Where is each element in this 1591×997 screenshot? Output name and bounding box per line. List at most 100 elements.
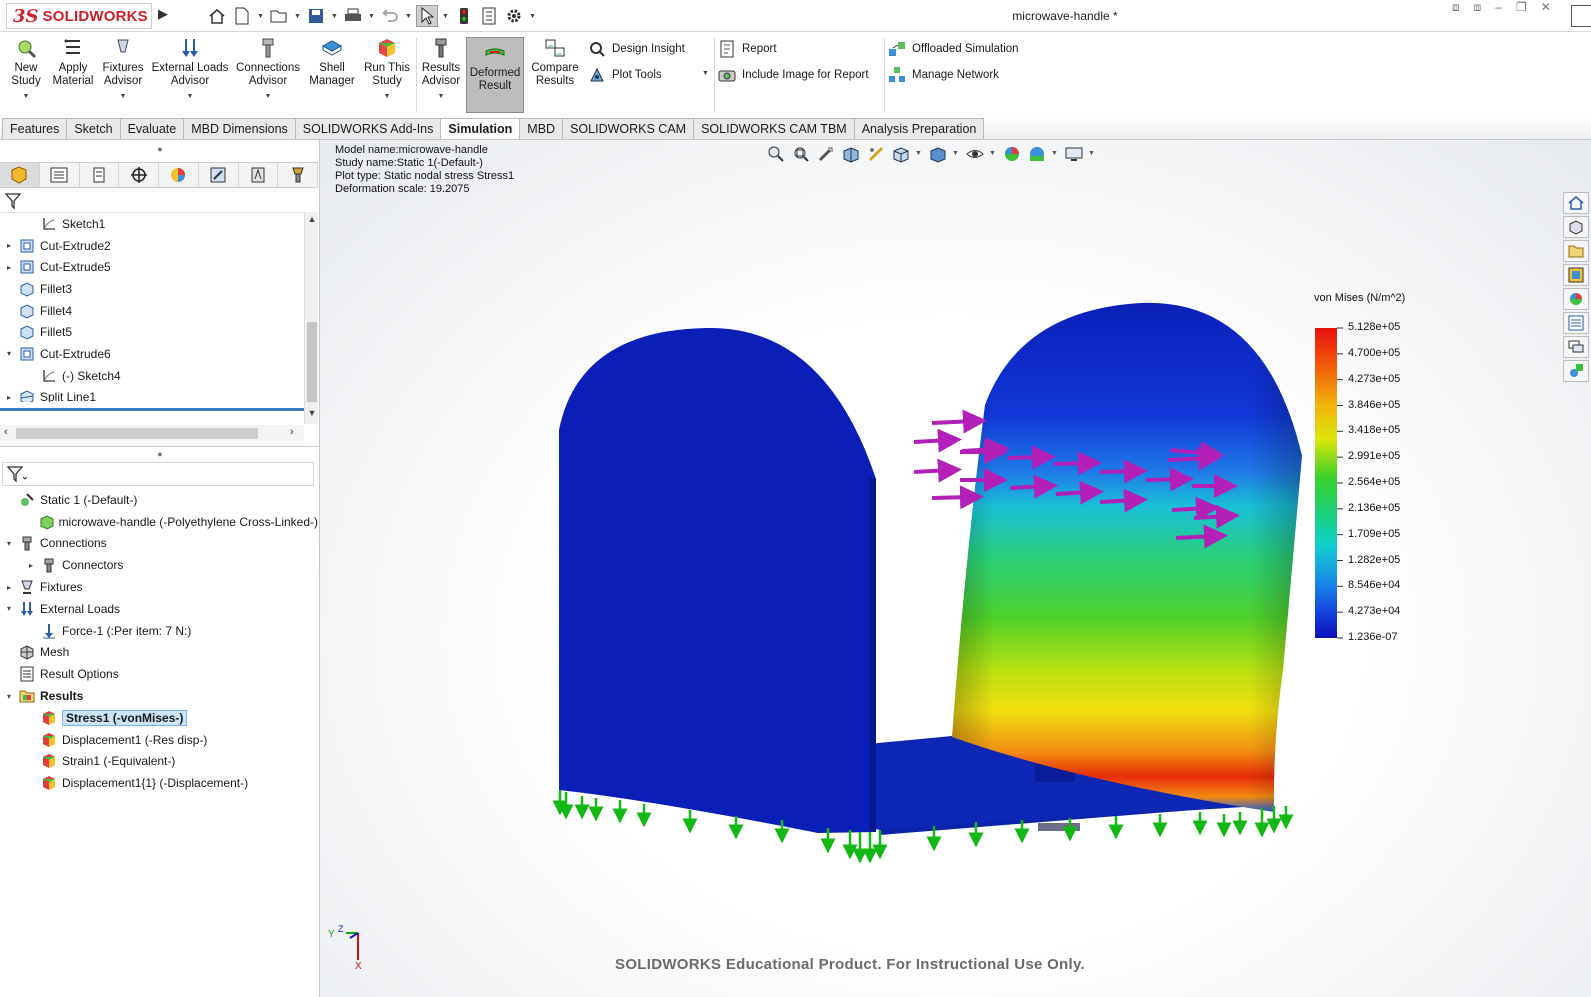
feature-tree-vertical-scrollbar[interactable]: ▲ ▼ bbox=[304, 212, 318, 424]
run-study-dropdown-icon[interactable]: ▼ bbox=[384, 90, 391, 103]
scroll-up-icon[interactable]: ▲ bbox=[305, 214, 319, 224]
report-button[interactable]: Report bbox=[718, 40, 777, 58]
restore-left-icon[interactable]: ⧈ bbox=[1452, 0, 1460, 15]
manage-network-icon bbox=[888, 66, 906, 84]
scroll-down-icon[interactable]: ▼ bbox=[305, 408, 319, 418]
tab-mbd-dimensions[interactable]: MBD Dimensions bbox=[183, 118, 296, 139]
feature-tree-horizontal-scrollbar[interactable]: ‹ › bbox=[0, 425, 304, 441]
sim_tree-row[interactable]: ▾ External Loads bbox=[0, 598, 318, 620]
sim_tree-row[interactable]: ▾ Results bbox=[0, 685, 318, 707]
feature_tree-label: (-) Sketch4 bbox=[62, 368, 121, 383]
connections-dropdown-icon[interactable]: ▼ bbox=[265, 90, 272, 103]
study-tree-filter[interactable] bbox=[2, 462, 314, 486]
split-line-icon bbox=[18, 388, 36, 402]
feature_tree-row[interactable]: ▸ Cut-Extrude2 bbox=[0, 235, 304, 257]
sim_tree-row[interactable]: Displacement1 (-Res disp-) bbox=[0, 729, 318, 751]
compare-results-button[interactable]: Compare Results bbox=[528, 36, 582, 114]
scroll-right-icon[interactable]: › bbox=[290, 426, 294, 438]
sim_tree-row[interactable]: Displacement1{1} (-Displacement-) bbox=[0, 772, 318, 794]
hscroll-thumb[interactable] bbox=[16, 428, 258, 439]
dimxpert-tab-icon[interactable] bbox=[119, 163, 159, 187]
results-advisor-button[interactable]: Results Advisor ▼ bbox=[418, 36, 464, 114]
panel-splitter-top[interactable]: ● bbox=[0, 144, 320, 154]
plot-tools-button[interactable]: Plot Tools bbox=[588, 66, 662, 84]
restore-right-icon[interactable]: ⧈ bbox=[1474, 0, 1482, 15]
close-icon[interactable]: ✕ bbox=[1541, 0, 1551, 15]
sim_tree-row[interactable]: Force-1 (:Per item: 7 N:) bbox=[0, 620, 318, 642]
new-study-dropdown-icon[interactable]: ▼ bbox=[23, 90, 30, 103]
feature_tree-row[interactable]: ▸ Cut-Extrude5 bbox=[0, 256, 304, 278]
sim_tree-row[interactable]: ▸ Fixtures bbox=[0, 576, 318, 598]
tab-evaluate[interactable]: Evaluate bbox=[119, 118, 185, 139]
sim_tree-row[interactable]: ▸ Connectors bbox=[0, 554, 318, 576]
offloaded-simulation-button[interactable]: Offloaded Simulation bbox=[888, 40, 1019, 58]
rollback-bar[interactable] bbox=[0, 408, 304, 411]
legend-value-label: 1.709e+05 bbox=[1348, 527, 1401, 540]
feature_tree-row[interactable]: Fillet4 bbox=[0, 300, 304, 322]
sim_tree-row[interactable]: Static 1 (-Default-) bbox=[0, 489, 318, 511]
maximize-icon[interactable]: ❐ bbox=[1516, 0, 1527, 15]
connections-advisor-button[interactable]: Connections Advisor ▼ bbox=[234, 36, 302, 114]
tab-analysis-preparation[interactable]: Analysis Preparation bbox=[853, 118, 985, 139]
expand-toggle-icon[interactable]: ▾ bbox=[4, 349, 14, 358]
property-manager-tab-icon[interactable] bbox=[40, 163, 80, 187]
external-loads-dropdown-icon[interactable]: ▼ bbox=[187, 90, 194, 103]
tab-simulation[interactable]: Simulation bbox=[440, 118, 521, 139]
manage-network-button[interactable]: Manage Network bbox=[888, 66, 999, 84]
minimize-icon[interactable]: – bbox=[1495, 0, 1502, 15]
tab-sketch[interactable]: Sketch bbox=[66, 118, 121, 139]
sim_tree-row[interactable]: microwave-handle (-Polyethylene Cross-Li… bbox=[0, 511, 318, 533]
run-this-study-button[interactable]: Run This Study ▼ bbox=[362, 36, 412, 114]
sim_tree-row[interactable]: Stress1 (-vonMises-) bbox=[0, 707, 318, 729]
fixtures-dropdown-icon[interactable]: ▼ bbox=[120, 90, 127, 103]
feature_tree-row[interactable]: Sketch1 bbox=[0, 213, 304, 235]
tab-mbd[interactable]: MBD bbox=[519, 118, 564, 139]
expand-toggle-icon[interactable]: ▾ bbox=[4, 604, 14, 613]
external-loads-advisor-button[interactable]: External Loads Advisor ▼ bbox=[150, 36, 230, 114]
sim_tree-row[interactable]: Mesh bbox=[0, 642, 318, 664]
cam-feature-tab-icon[interactable] bbox=[199, 163, 239, 187]
new-study-button[interactable]: New Study ▼ bbox=[6, 36, 46, 114]
simulation-study-tab-icon[interactable] bbox=[278, 163, 318, 187]
design-insight-button[interactable]: Design Insight bbox=[588, 40, 685, 58]
shell-manager-button[interactable]: Shell Manager bbox=[306, 36, 358, 114]
results-advisor-dropdown-icon[interactable]: ▼ bbox=[438, 90, 445, 103]
configuration-manager-tab-icon[interactable] bbox=[80, 163, 120, 187]
include-image-button[interactable]: Include Image for Report bbox=[718, 66, 869, 84]
tree-filter-icon[interactable] bbox=[4, 192, 22, 213]
expand-toggle-icon[interactable]: ▸ bbox=[4, 241, 14, 250]
sim_tree-row[interactable]: ▾ Connections bbox=[0, 533, 318, 555]
sim_tree-row[interactable]: Strain1 (-Equivalent-) bbox=[0, 751, 318, 773]
graphics-area[interactable]: Model name:microwave-handle Study name:S… bbox=[320, 140, 1591, 997]
expand-toggle-icon[interactable]: ▸ bbox=[26, 561, 36, 570]
scroll-left-icon[interactable]: ‹ bbox=[4, 426, 8, 438]
fillet-icon bbox=[18, 302, 36, 320]
tab-solidworks-add-ins[interactable]: SOLIDWORKS Add-Ins bbox=[294, 118, 442, 139]
feature_tree-row[interactable]: ▸ Split Line1 bbox=[0, 387, 304, 402]
expand-toggle-icon[interactable]: ▾ bbox=[4, 539, 14, 548]
feature_tree-row[interactable]: (-) Sketch4 bbox=[0, 365, 304, 387]
expand-toggle-icon[interactable]: ▾ bbox=[4, 692, 14, 701]
cut-extrude-icon bbox=[18, 345, 36, 363]
feature_tree-row[interactable]: Fillet3 bbox=[0, 278, 304, 300]
feature-manager-tab-icon[interactable] bbox=[0, 163, 40, 187]
tab-features[interactable]: Features bbox=[2, 118, 68, 139]
search-panel-edge[interactable] bbox=[1571, 5, 1591, 27]
deformed-result-button[interactable]: Deformed Result bbox=[466, 37, 524, 113]
feature_tree-row[interactable]: ▾ Cut-Extrude6 bbox=[0, 343, 304, 365]
fixtures-advisor-button[interactable]: Fixtures Advisor ▼ bbox=[100, 36, 146, 114]
expand-toggle-icon[interactable]: ▸ bbox=[4, 583, 14, 592]
apply-material-button[interactable]: Apply Material bbox=[50, 36, 96, 114]
panel-splitter[interactable]: ● bbox=[0, 446, 320, 459]
plot-tools-dropdown-icon[interactable]: ▼ bbox=[702, 70, 709, 77]
display-manager-tab-icon[interactable] bbox=[159, 163, 199, 187]
sim_tree-row[interactable]: Result Options bbox=[0, 663, 318, 685]
tab-solidworks-cam-tbm[interactable]: SOLIDWORKS CAM TBM bbox=[693, 118, 855, 139]
scroll-thumb[interactable] bbox=[307, 322, 317, 402]
expand-toggle-icon[interactable]: ▸ bbox=[4, 263, 14, 272]
expand-toggle-icon[interactable]: ▸ bbox=[4, 393, 14, 402]
cam-operation-tab-icon[interactable] bbox=[239, 163, 279, 187]
fea-model-plot[interactable]: Y Z X bbox=[320, 140, 1591, 997]
feature_tree-row[interactable]: Fillet5 bbox=[0, 321, 304, 343]
tab-solidworks-cam[interactable]: SOLIDWORKS CAM bbox=[562, 118, 695, 139]
